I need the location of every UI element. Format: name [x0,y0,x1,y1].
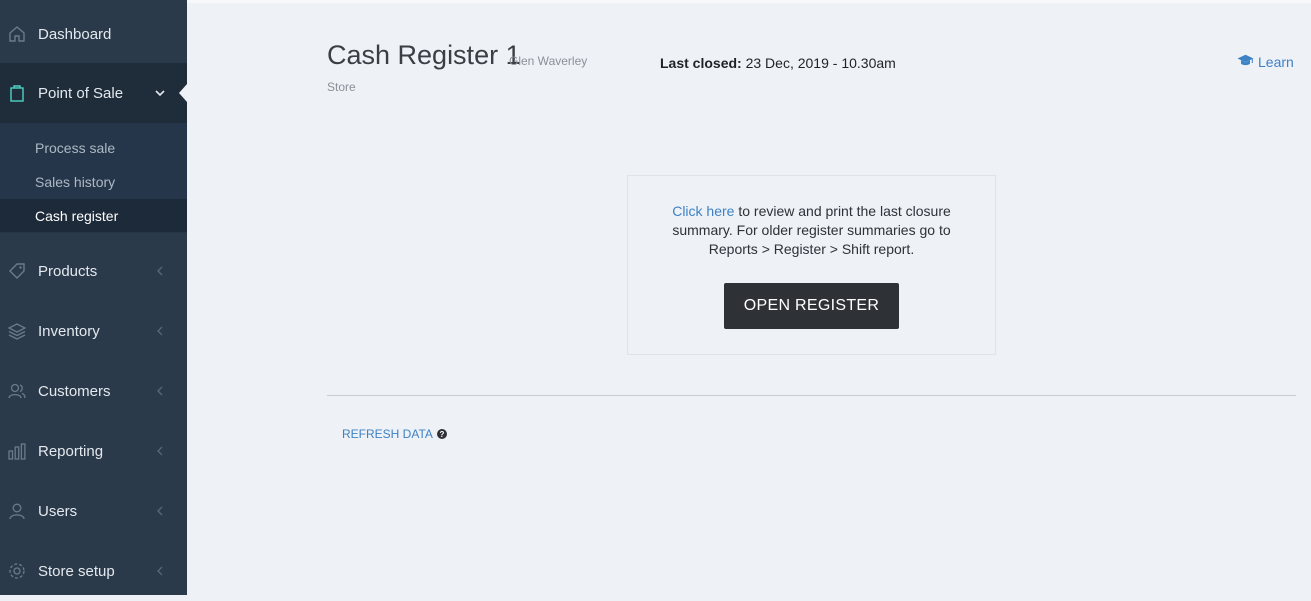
chevron-left-icon [154,505,166,517]
sidebar-item-label: Inventory [38,322,100,340]
active-indicator [179,84,187,102]
closure-text-line1: to review and print the last closure [738,203,951,219]
submenu-item-label: Sales history [35,173,116,190]
chevron-left-icon [154,385,166,397]
submenu-item-label: Cash register [35,207,119,224]
sidebar-item-dashboard[interactable]: Dashboard [0,4,187,64]
sidebar-item-users[interactable]: Users [0,481,187,541]
sidebar-item-label: Users [38,502,78,520]
last-closed-info: Last closed: 23 Dec, 2019 - 10.30am [660,55,896,71]
last-closed-value: 23 Dec, 2019 - 10.30am [745,55,896,71]
refresh-data-link[interactable]: REFRESH DATA ? [342,427,447,441]
shopping-bag-icon [7,83,27,103]
learn-label: Learn [1258,54,1294,70]
submenu-item-cash-register[interactable]: Cash register [0,199,187,232]
sidebar-item-label: Point of Sale [38,84,124,102]
submenu-item-label: Process sale [35,139,116,156]
bar-chart-icon [7,441,27,461]
chevron-left-icon [154,325,166,337]
sidebar-item-point-of-sale[interactable]: Point of Sale [0,63,187,123]
layers-icon [7,321,27,341]
sidebar-item-customers[interactable]: Customers [0,361,187,421]
sidebar-item-store-setup[interactable]: Store setup [0,541,187,601]
sidebar-item-products[interactable]: Products [0,241,187,301]
submenu-item-sales-history[interactable]: Sales history [0,165,187,198]
home-icon [7,24,27,44]
top-edge [187,0,1311,3]
help-icon[interactable]: ? [436,429,447,439]
learn-link[interactable]: Learn [1237,54,1294,70]
point-of-sale-submenu: Process sale Sales history Cash register [0,123,187,233]
chevron-left-icon [154,265,166,277]
section-divider [327,395,1296,396]
users-icon [7,381,27,401]
closure-text-line3: Reports > Register > Shift report. [708,241,915,257]
sidebar-item-label: Reporting [38,442,104,460]
submenu-item-process-sale[interactable]: Process sale [0,131,187,164]
register-closed-panel: Click here to review and print the last … [627,175,996,355]
store-name-continued: Store [327,80,356,94]
graduation-cap-icon [1237,54,1254,70]
sidebar-item-inventory[interactable]: Inventory [0,301,187,361]
closure-text-line2: summary. For older register summaries go… [672,222,951,238]
page-title: Cash Register 1 [327,40,521,70]
sidebar-item-label: Products [38,262,98,280]
store-name: Glen Waverley [509,54,588,68]
closure-summary-text: Click here to review and print the last … [648,202,975,259]
click-here-link[interactable]: Click here [672,203,734,219]
refresh-data-label: REFRESH DATA [342,427,433,441]
chevron-left-icon [154,565,166,577]
tag-icon [7,261,27,281]
user-icon [7,501,27,521]
chevron-left-icon [154,445,166,457]
sidebar-item-label: Store setup [38,562,115,580]
sidebar-item-reporting[interactable]: Reporting [0,421,187,481]
gear-icon [7,561,27,581]
chevron-down-icon [154,87,166,99]
sidebar-item-label: Dashboard [38,25,112,43]
open-register-button[interactable]: OPEN REGISTER [724,283,899,329]
sidebar-item-label: Customers [38,382,111,400]
last-closed-label: Last closed: [660,55,742,71]
sidebar: Dashboard Point of Sale Process sale Sal… [0,0,187,595]
